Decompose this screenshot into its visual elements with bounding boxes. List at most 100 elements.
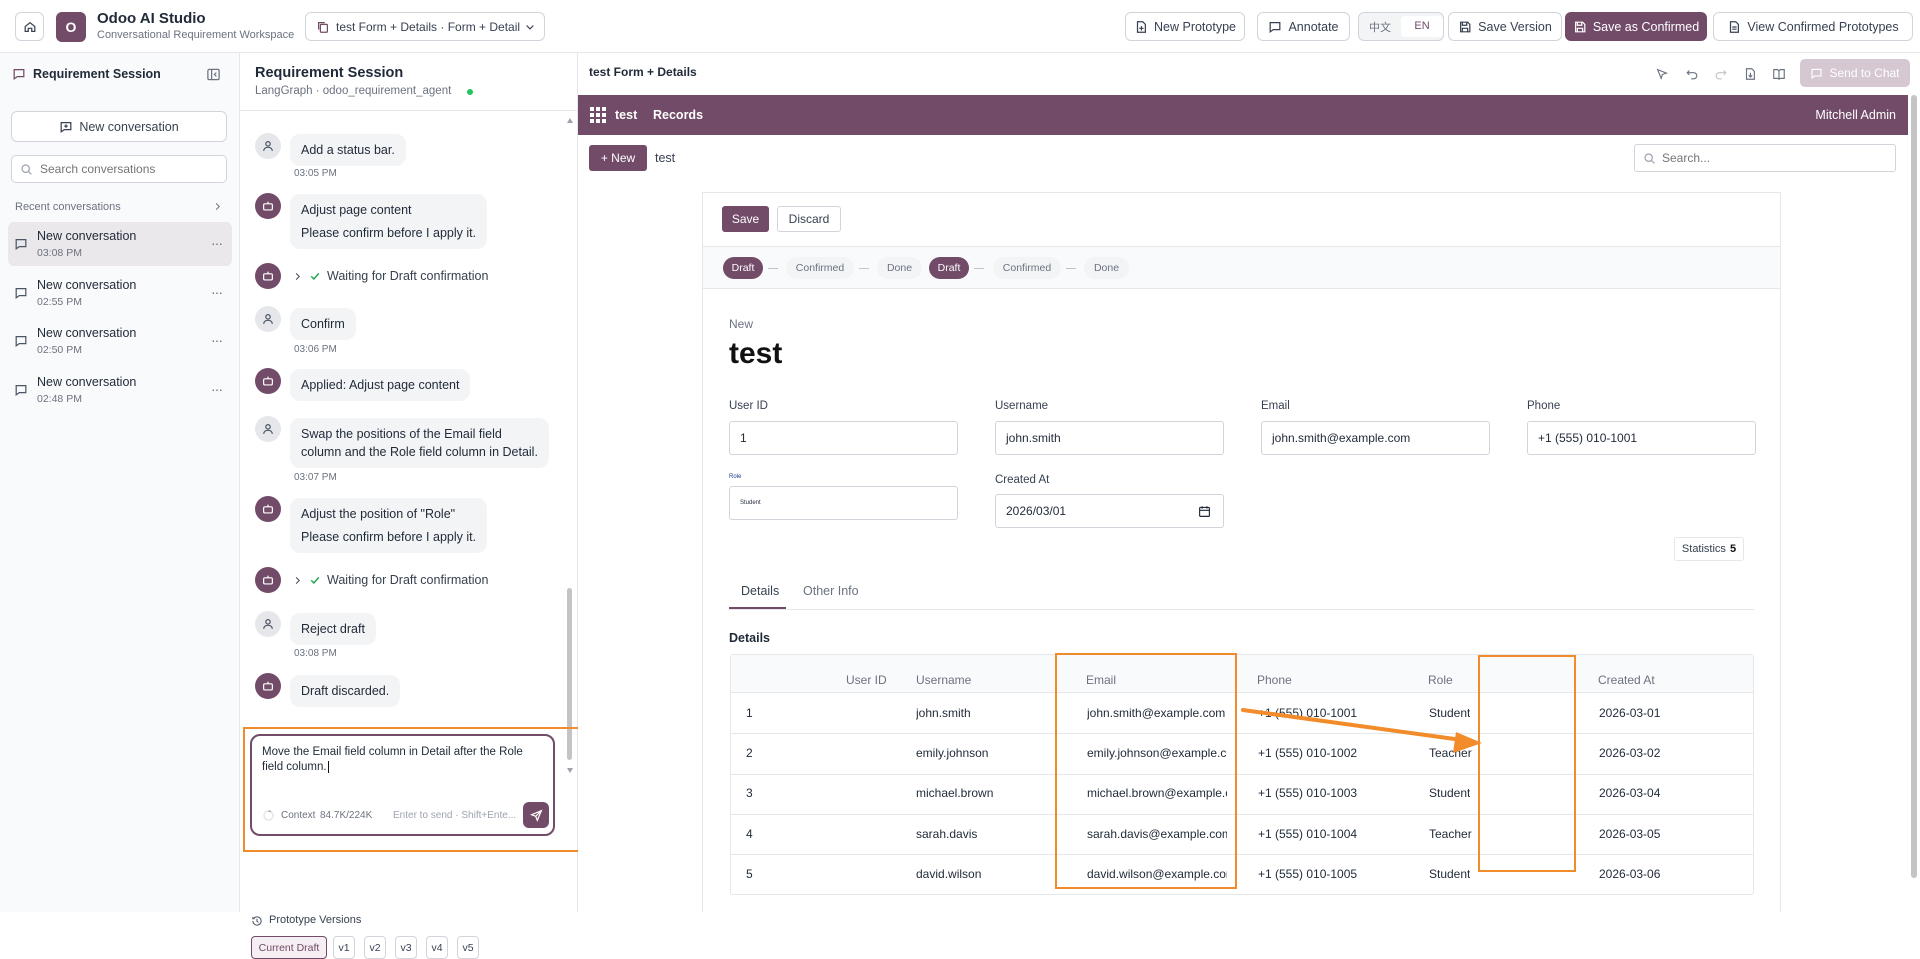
more-icon[interactable]: ··· [211,381,223,397]
version-current-draft[interactable]: Current Draft [251,936,327,959]
message-line: column and the Role field column in Deta… [301,445,538,459]
redo-icon[interactable] [1714,67,1728,81]
tabs-divider [729,609,1754,610]
field-username[interactable]: john.smith [995,421,1224,455]
waiting-draft-status[interactable]: Waiting for Draft confirmation [292,573,488,587]
status-connector [1066,268,1076,269]
new-prototype-button[interactable]: New Prototype [1125,12,1245,41]
new-conversation-button[interactable]: New conversation [11,111,227,142]
conversation-time: 02:50 PM [37,344,82,356]
column-header-created-at[interactable]: Created At [1598,673,1655,687]
status-step-draft[interactable]: Draft [723,257,763,279]
statistics-button[interactable]: Statistics 5 [1674,537,1744,561]
export-icon[interactable] [1743,67,1757,81]
odoo-app-name[interactable]: test [615,108,637,122]
robot-icon [263,504,273,514]
tab-other-info[interactable]: Other Info [803,584,859,598]
chat-bubble-icon [15,288,27,300]
send-to-chat-button[interactable]: Send to Chat [1800,59,1910,87]
message-line: Adjust page content [301,203,412,217]
book-icon[interactable] [1772,67,1786,81]
message-bubble: Reject draft [290,613,376,645]
lang-en-button[interactable]: EN [1401,16,1443,37]
message-line: Please confirm before I apply it. [301,226,477,240]
status-step-confirmed[interactable]: Confirmed [786,257,854,279]
odoo-breadcrumb[interactable]: test [655,151,675,165]
field-label-user-id: User ID [729,400,768,412]
message-bubble: Applied: Adjust page content [290,369,471,401]
odoo-search-box[interactable] [1634,144,1896,172]
field-phone[interactable]: +1 (555) 010-1001 [1527,421,1756,455]
online-status-dot [467,89,473,95]
status-step-done[interactable]: Done [1084,257,1129,279]
chat-subtitle: LangGraph · odoo_requirement_agent [255,85,452,97]
form-discard-button[interactable]: Discard [777,206,841,232]
robot-icon [263,575,273,585]
version-v3[interactable]: v3 [395,936,417,959]
annotation-highlight-email-column [1055,653,1237,889]
calendar-icon[interactable] [1198,505,1211,518]
version-v1[interactable]: v1 [333,936,355,959]
home-button[interactable] [15,12,44,41]
field-role[interactable]: Student [729,486,958,520]
version-v4[interactable]: v4 [426,936,448,959]
message-bubble: Confirm [290,308,356,340]
search-conversations[interactable] [11,155,227,183]
conversation-title: New conversation [37,278,137,292]
conversation-item[interactable]: New conversation 02:50 PM ··· [8,319,232,363]
conversation-item[interactable]: New conversation 02:48 PM ··· [8,368,232,412]
statistics-label: Statistics [1681,543,1726,555]
cell-created-at: 2026-03-05 [1599,827,1661,841]
column-header-phone[interactable]: Phone [1257,673,1292,687]
lang-zh-button[interactable]: 中文 [1359,19,1401,35]
save-confirmed-button[interactable]: Save as Confirmed [1565,12,1707,41]
status-step-confirmed[interactable]: Confirmed [993,257,1061,279]
preview-title: test Form + Details [589,65,697,79]
odoo-user-name[interactable]: Mitchell Admin [1815,108,1896,122]
odoo-search-input[interactable] [1662,149,1882,167]
created-at-value: 2026/03/01 [1006,504,1067,518]
odoo-menu-records[interactable]: Records [653,108,703,122]
app-title: Odoo AI Studio [97,10,206,27]
field-created-at[interactable]: 2026/03/01 [995,494,1224,528]
tab-details[interactable]: Details [741,584,779,598]
column-header-username[interactable]: Username [916,673,971,687]
search-conversations-input[interactable] [40,160,220,178]
field-label-email: Email [1261,400,1290,412]
collapse-sidebar-icon[interactable] [206,67,221,82]
column-header-user-id[interactable]: User ID [846,673,887,687]
apps-menu-icon[interactable] [590,107,606,123]
preview-scrollbar[interactable] [1911,95,1917,878]
form-save-button[interactable]: Save [722,206,769,232]
conversation-title: New conversation [37,375,137,389]
cell-created-at: 2026-03-01 [1599,706,1661,720]
status-connector [974,268,984,269]
scroll-up-arrow[interactable] [567,118,573,123]
conversation-item[interactable]: New conversation 02:55 PM ··· [8,271,232,315]
more-icon[interactable]: ··· [211,235,223,251]
annotate-button[interactable]: Annotate [1257,12,1350,41]
odoo-new-button[interactable]: + New [589,145,647,171]
status-step-done[interactable]: Done [877,257,922,279]
field-user-id[interactable]: 1 [729,421,958,455]
save-version-button[interactable]: Save Version [1448,12,1562,41]
status-step-draft[interactable]: Draft [929,257,969,279]
undo-icon[interactable] [1685,67,1699,81]
more-icon[interactable]: ··· [211,332,223,348]
sidebar-title: Requirement Session [33,67,161,81]
cursor-select-icon[interactable] [1655,67,1669,81]
message-bubble: Adjust the position of "Role" Please con… [290,498,488,553]
message-time: 03:05 PM [294,168,337,179]
record-label: New [729,317,754,331]
field-email[interactable]: john.smith@example.com [1261,421,1490,455]
conversation-item[interactable]: New conversation 03:08 PM ··· [8,222,232,266]
more-icon[interactable]: ··· [211,284,223,300]
view-confirmed-button[interactable]: View Confirmed Prototypes [1713,12,1913,41]
version-v5[interactable]: v5 [457,936,479,959]
column-header-role[interactable]: Role [1428,673,1453,687]
chevron-right-icon[interactable] [212,201,223,212]
chat-scrollbar[interactable] [566,118,574,773]
waiting-draft-status[interactable]: Waiting for Draft confirmation [292,269,488,283]
version-v2[interactable]: v2 [364,936,386,959]
prototype-selector[interactable]: test Form + Details · Form + Detail [305,12,545,41]
